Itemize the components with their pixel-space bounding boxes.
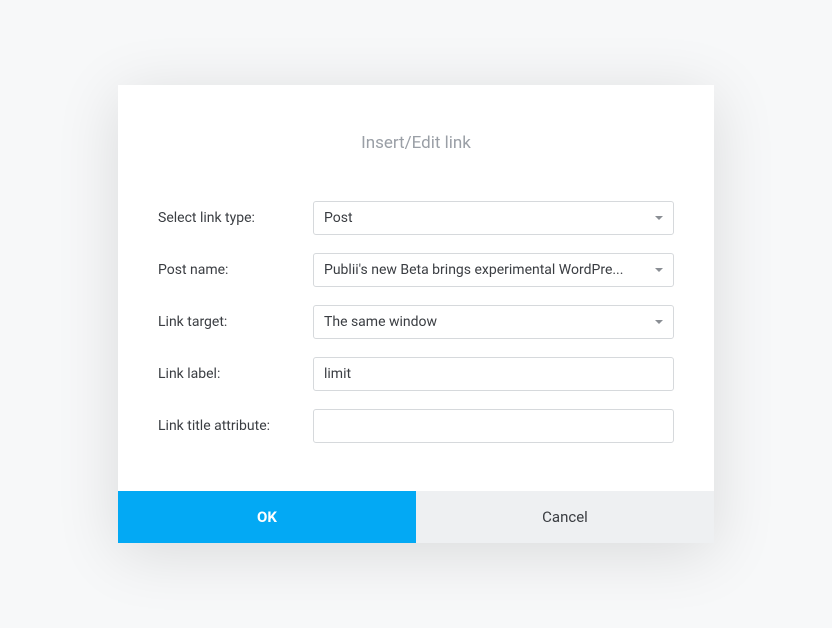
chevron-down-icon bbox=[655, 216, 663, 220]
form-row-link-label: Link label: bbox=[158, 357, 674, 391]
select-post-name-value: Publii's new Beta brings experimental Wo… bbox=[324, 262, 647, 278]
ok-button[interactable]: OK bbox=[118, 491, 416, 543]
chevron-down-icon bbox=[655, 320, 663, 324]
select-link-type-value: Post bbox=[324, 210, 647, 226]
modal-body: Insert/Edit link Select link type: Post … bbox=[118, 85, 714, 491]
select-post-name[interactable]: Publii's new Beta brings experimental Wo… bbox=[313, 253, 674, 287]
modal-footer: OK Cancel bbox=[118, 491, 714, 543]
form-row-link-target: Link target: The same window bbox=[158, 305, 674, 339]
link-label-input[interactable] bbox=[313, 357, 674, 391]
form-row-link-title-attr: Link title attribute: bbox=[158, 409, 674, 443]
form-row-post-name: Post name: Publii's new Beta brings expe… bbox=[158, 253, 674, 287]
select-link-target[interactable]: The same window bbox=[313, 305, 674, 339]
label-link-target: Link target: bbox=[158, 314, 313, 330]
label-link-type: Select link type: bbox=[158, 210, 313, 226]
select-link-target-value: The same window bbox=[324, 314, 647, 330]
link-title-attr-input[interactable] bbox=[313, 409, 674, 443]
label-link-label: Link label: bbox=[158, 366, 313, 382]
modal-title: Insert/Edit link bbox=[158, 133, 674, 153]
cancel-button[interactable]: Cancel bbox=[416, 491, 714, 543]
select-link-type[interactable]: Post bbox=[313, 201, 674, 235]
chevron-down-icon bbox=[655, 268, 663, 272]
label-link-title-attr: Link title attribute: bbox=[158, 418, 313, 434]
form-row-link-type: Select link type: Post bbox=[158, 201, 674, 235]
insert-edit-link-modal: Insert/Edit link Select link type: Post … bbox=[118, 85, 714, 543]
label-post-name: Post name: bbox=[158, 262, 313, 278]
